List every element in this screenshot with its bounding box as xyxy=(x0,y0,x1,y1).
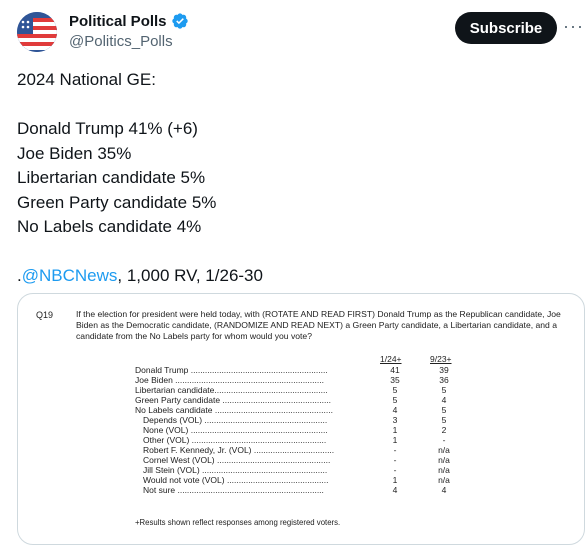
source-suffix: , 1,000 RV, 1/26-30 xyxy=(117,266,263,285)
row-value-sep23: 39 xyxy=(439,365,449,375)
question-number: Q19 xyxy=(36,310,54,320)
row-label: Would not vote (VOL) ...................… xyxy=(143,475,329,485)
subscribe-button[interactable]: Subscribe xyxy=(455,12,557,44)
tweet-line: Donald Trump 41% (+6) xyxy=(17,119,198,138)
row-value-jan24: 3 xyxy=(392,415,398,425)
tweet-line: No Labels candidate 4% xyxy=(17,217,202,236)
row-value-jan24: 1 xyxy=(392,425,398,435)
question-text: If the election for president were held … xyxy=(76,309,561,341)
column-header-sep23: 9/23+ xyxy=(430,354,452,364)
poll-image-card[interactable]: Q19 If the election for president were h… xyxy=(17,293,585,545)
row-value-jan24: 4 xyxy=(392,485,398,495)
table-row: None (VOL) .............................… xyxy=(135,425,465,435)
row-value-sep23: 4 xyxy=(441,395,447,405)
tweet-line: Joe Biden 35% xyxy=(17,143,132,163)
row-value-jan24: 41 xyxy=(390,365,400,375)
row-value-sep23: n/a xyxy=(438,475,450,485)
table-row: Donald Trump ...........................… xyxy=(135,365,465,375)
row-value-jan24: 4 xyxy=(392,405,398,415)
table-row: Would not vote (VOL) ...................… xyxy=(135,475,465,485)
row-value-sep23: n/a xyxy=(438,465,450,475)
row-label: None (VOL) .............................… xyxy=(143,425,328,435)
results-footnote: +Results shown reflect responses among r… xyxy=(135,518,341,527)
table-row: Green Party candidate ..................… xyxy=(135,395,465,405)
table-row: Joe Biden ..............................… xyxy=(135,375,465,385)
avatar[interactable] xyxy=(17,12,57,52)
row-label: Other (VOL) ............................… xyxy=(143,435,327,445)
row-label: Cornel West (VOL) ......................… xyxy=(143,455,331,465)
row-label: Jill Stein (VOL) .......................… xyxy=(143,465,328,475)
row-value-jan24: - xyxy=(393,465,397,475)
tweet-header: Political Polls @Politics_Polls Subscrib… xyxy=(0,0,585,62)
row-value-sep23: 5 xyxy=(441,405,447,415)
table-row: Other (VOL) ............................… xyxy=(135,435,465,445)
table-row: Cornel West (VOL) ......................… xyxy=(135,455,465,465)
row-label: Depends (VOL) ..........................… xyxy=(143,415,328,425)
row-value-jan24: 5 xyxy=(392,385,398,395)
row-label: Joe Biden ..............................… xyxy=(135,375,324,385)
row-value-jan24: 1 xyxy=(392,475,398,485)
table-row: Robert F. Kennedy, Jr. (VOL) ...........… xyxy=(135,445,465,455)
table-row: Jill Stein (VOL) .......................… xyxy=(135,465,465,475)
tweet-line: Libertarian candidate 5% xyxy=(17,168,206,187)
row-label: Robert F. Kennedy, Jr. (VOL) ...........… xyxy=(143,445,335,455)
row-value-jan24: 5 xyxy=(392,395,398,405)
tweet-source-line: .@NBCNews, 1,000 RV, 1/26-30 xyxy=(17,264,567,289)
row-value-sep23: 5 xyxy=(441,385,447,395)
row-value-jan24: - xyxy=(393,455,397,465)
poll-document: Q19 If the election for president were h… xyxy=(18,294,584,544)
author-display-name[interactable]: Political Polls xyxy=(69,13,167,30)
author-handle[interactable]: @Politics_Polls xyxy=(69,33,173,50)
author-name-row: Political Polls xyxy=(69,12,189,30)
row-label: Green Party candidate ..................… xyxy=(135,395,332,405)
row-value-sep23: n/a xyxy=(438,455,450,465)
row-label: Donald Trump ...........................… xyxy=(135,365,328,375)
row-value-sep23: 36 xyxy=(439,375,449,385)
table-row: Depends (VOL) ..........................… xyxy=(135,415,465,425)
row-value-sep23: 2 xyxy=(441,425,447,435)
row-value-sep23: - xyxy=(442,435,446,445)
row-label: No Labels candidate ....................… xyxy=(135,405,333,415)
row-value-sep23: n/a xyxy=(438,445,450,455)
verified-badge-icon xyxy=(171,13,188,29)
row-value-jan24: - xyxy=(393,445,397,455)
row-value-jan24: 1 xyxy=(392,435,398,445)
poll-results-table: Donald Trump ...........................… xyxy=(135,365,465,495)
table-row: Libertarian candidate...................… xyxy=(135,385,465,395)
row-value-jan24: 35 xyxy=(390,375,400,385)
table-row: No Labels candidate ....................… xyxy=(135,405,465,415)
tweet-line: 2024 National GE: xyxy=(17,70,156,89)
more-options-icon[interactable]: ··· xyxy=(563,16,583,40)
mention-link[interactable]: @NBCNews xyxy=(22,266,118,285)
flag-logo-icon xyxy=(17,12,57,52)
row-value-sep23: 5 xyxy=(441,415,447,425)
row-label: Not sure ...............................… xyxy=(143,485,324,495)
table-row: Not sure ...............................… xyxy=(135,485,465,495)
tweet-text: 2024 National GE: Donald Trump 41% (+6) … xyxy=(17,68,567,289)
row-value-sep23: 4 xyxy=(441,485,447,495)
column-header-jan24: 1/24+ xyxy=(380,354,402,364)
tweet-line: Green Party candidate 5% xyxy=(17,192,217,212)
row-label: Libertarian candidate...................… xyxy=(135,385,328,395)
